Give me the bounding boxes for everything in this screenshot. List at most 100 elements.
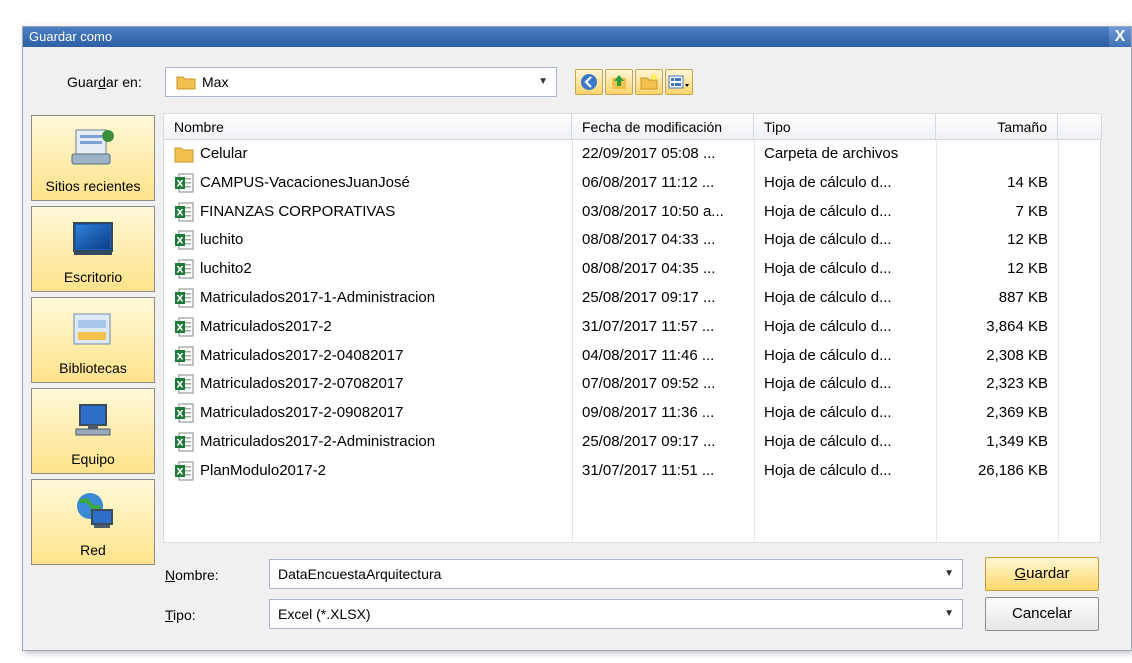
view-menu-button[interactable] bbox=[665, 69, 693, 95]
file-type-cell: Hoja de cálculo d... bbox=[764, 346, 892, 364]
folder-icon bbox=[176, 76, 196, 90]
file-size-cell: 887 KB bbox=[998, 289, 1048, 306]
dialog-title: Guardar como bbox=[23, 27, 1131, 47]
new-folder-button[interactable] bbox=[635, 69, 663, 95]
excel-file-icon: X bbox=[175, 202, 194, 222]
file-type-cell: Hoja de cálculo d... bbox=[764, 461, 892, 479]
excel-file-icon: X bbox=[175, 259, 194, 279]
svg-text:X: X bbox=[177, 266, 184, 276]
new-folder-icon bbox=[640, 74, 658, 90]
file-type-value: Excel (*.XLSX) bbox=[278, 606, 371, 622]
file-type-select[interactable]: Excel (*.XLSX) ▼ bbox=[269, 599, 963, 629]
close-button[interactable]: X bbox=[1109, 27, 1131, 47]
place-label: Escritorio bbox=[63, 269, 123, 285]
svg-text:X: X bbox=[177, 237, 184, 247]
file-type-cell: Hoja de cálculo d... bbox=[764, 202, 892, 220]
file-size-cell: 14 KB bbox=[1007, 173, 1048, 191]
excel-file-icon: X bbox=[175, 230, 194, 250]
file-date-cell: 09/08/2017 11:36 ... bbox=[582, 404, 715, 422]
file-type-cell: Hoja de cálculo d... bbox=[764, 173, 892, 191]
place-recent[interactable]: Sitios recientes bbox=[31, 115, 155, 201]
file-row[interactable]: Xluchito 08/08/2017 04:33 ... Hoja de cálc… bbox=[164, 226, 1100, 254]
file-row[interactable]: X FINANZAS CORPORATIVAS 03/08/2017 10:50 a… bbox=[164, 198, 1100, 226]
file-row[interactable]: X PlanModulo2017-2 31/07/2017 11:51 ... Hoj… bbox=[164, 457, 1100, 485]
file-row[interactable]: X Matriculados2017-2-04082017 04/08/2017 1… bbox=[164, 342, 1100, 370]
file-type-cell: Hoja de cálculo d... bbox=[764, 433, 892, 450]
save-in-folder: Max bbox=[202, 74, 229, 90]
file-name-text: Matriculados2017-2-09082017 bbox=[200, 404, 404, 422]
file-name-cell: X Matriculados2017-1-Administracion bbox=[174, 284, 569, 312]
file-row[interactable]: X Matriculados2017-2-07082017 07/08/2017 0… bbox=[164, 370, 1100, 398]
file-name-cell: X Matriculados2017-2-07082017 bbox=[174, 370, 569, 398]
file-date-cell: 22/09/2017 05:08 ... bbox=[582, 145, 716, 162]
column-header-size[interactable]: Tamaño bbox=[936, 114, 1058, 140]
file-name-value: DataEncuestaArquitectura bbox=[278, 566, 442, 582]
save-as-dialog: Guardar como X Guardar en: Max ▼ Sitios … bbox=[22, 26, 1132, 651]
file-type-label: Tipo: bbox=[165, 607, 196, 623]
place-label: Red bbox=[80, 542, 106, 558]
save-button[interactable]: Guardar bbox=[985, 557, 1099, 591]
file-date-cell: 31/07/2017 11:57 ... bbox=[582, 317, 715, 335]
excel-file-icon: X bbox=[175, 317, 194, 337]
place-network[interactable]: Red bbox=[31, 479, 155, 565]
libraries-icon bbox=[73, 313, 111, 345]
place-desktop[interactable]: Escritorio bbox=[31, 206, 155, 292]
file-name-cell: X Matriculados2017-2-09082017 bbox=[174, 399, 569, 427]
file-date-cell: 25/08/2017 09:17 ... bbox=[582, 289, 716, 306]
excel-file-icon: X bbox=[175, 374, 194, 394]
file-row[interactable]: Xluchito2 08/08/2017 04:35 ... Hoja de cál… bbox=[164, 255, 1100, 283]
excel-file-icon: X bbox=[175, 288, 194, 308]
file-size-cell: 3,864 KB bbox=[986, 317, 1048, 335]
column-header-date[interactable]: Fecha de modificación bbox=[572, 114, 754, 140]
chevron-down-icon[interactable]: ▼ bbox=[944, 600, 954, 628]
file-type-cell: Hoja de cálculo d... bbox=[764, 289, 892, 306]
chevron-down-icon[interactable]: ▼ bbox=[944, 560, 954, 588]
file-name-text: PlanModulo2017-2 bbox=[200, 461, 326, 479]
excel-file-icon: X bbox=[175, 432, 194, 452]
file-row[interactable]: X Matriculados2017-2-09082017 09/08/2017 1… bbox=[164, 399, 1100, 427]
network-icon bbox=[77, 493, 113, 528]
file-row[interactable]: X Matriculados2017-2 31/07/2017 11:57 ... H… bbox=[164, 313, 1100, 341]
file-name-cell: Xluchito2 bbox=[174, 255, 569, 283]
file-name-text: Matriculados2017-2 bbox=[200, 317, 332, 335]
svg-text:X: X bbox=[177, 467, 184, 477]
file-size-cell: 12 KB bbox=[1007, 231, 1048, 249]
excel-file-icon: X bbox=[175, 346, 194, 366]
place-label: Equipo bbox=[71, 451, 115, 467]
file-date-cell: 03/08/2017 10:50 a... bbox=[582, 202, 724, 220]
column-header-type[interactable]: Tipo bbox=[754, 114, 936, 140]
save-in-dropdown[interactable]: Max ▼ bbox=[165, 67, 557, 97]
up-folder-icon bbox=[612, 75, 626, 89]
file-size-cell: 26,186 KB bbox=[977, 461, 1048, 479]
excel-file-icon: X bbox=[175, 403, 194, 423]
column-header-name[interactable]: Nombre bbox=[164, 114, 572, 140]
file-name-cell: X Matriculados2017-2-Administracion bbox=[174, 428, 569, 456]
svg-text:X: X bbox=[177, 352, 184, 362]
file-name-text: Matriculados2017-1-Administracion bbox=[200, 289, 436, 306]
file-name-cell: X Matriculados2017-2 bbox=[174, 313, 569, 341]
file-date-cell: 06/08/2017 11:12 ... bbox=[582, 173, 715, 191]
navigation-toolbar bbox=[575, 69, 693, 95]
file-name-cell: X PlanModulo2017-2 bbox=[174, 457, 569, 485]
file-date-cell: 25/08/2017 09:17 ... bbox=[582, 433, 716, 450]
up-folder-button[interactable] bbox=[605, 69, 633, 95]
file-row[interactable]: Celular 22/09/2017 05:08 ... Carpeta de ar… bbox=[164, 140, 1100, 168]
excel-file-icon: X bbox=[175, 461, 194, 481]
place-computer[interactable]: Equipo bbox=[31, 388, 155, 474]
place-libraries[interactable]: Bibliotecas bbox=[31, 297, 155, 383]
svg-text:X: X bbox=[177, 295, 184, 305]
file-type-cell: Hoja de cálculo d... bbox=[764, 404, 892, 422]
back-arrow-icon bbox=[581, 74, 597, 90]
back-button[interactable] bbox=[575, 69, 603, 95]
place-label: Sitios recientes bbox=[45, 178, 141, 194]
cancel-button[interactable]: Cancelar bbox=[985, 597, 1099, 631]
desktop-icon bbox=[73, 222, 113, 255]
file-date-cell: 04/08/2017 11:46 ... bbox=[582, 346, 715, 364]
place-label: Bibliotecas bbox=[59, 360, 127, 376]
file-name-input[interactable]: DataEncuestaArquitectura ▼ bbox=[269, 559, 963, 589]
file-row[interactable]: X CAMPUS-VacacionesJuanJosé 06/08/2017 11:… bbox=[164, 169, 1100, 197]
file-list[interactable]: Nombre Fecha de modificación Tipo Tamaño… bbox=[163, 113, 1102, 543]
file-row[interactable]: X Matriculados2017-1-Administracion 25/08/… bbox=[164, 284, 1100, 312]
file-row[interactable]: X Matriculados2017-2-Administracion 25/08/… bbox=[164, 428, 1100, 456]
save-in-label: Guardar en: bbox=[67, 74, 142, 90]
